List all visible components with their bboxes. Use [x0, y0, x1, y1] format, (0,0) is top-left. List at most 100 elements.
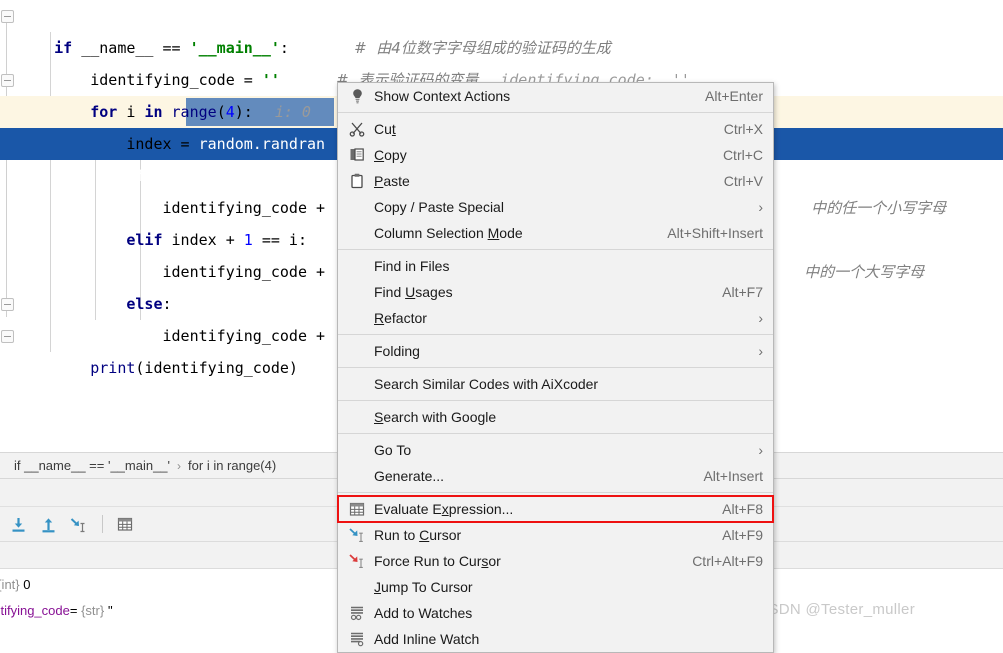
menu-separator	[338, 112, 773, 113]
menu-item-label: Add Inline Watch	[374, 631, 763, 647]
menu-item-icon-placeholder	[346, 467, 368, 485]
code-line-2-comment: # 表示验证码的变量identifying_code: ''	[0, 32, 1003, 64]
menu-separator	[338, 367, 773, 368]
variable-name-identifying-code: entifying_code	[0, 603, 70, 618]
menu-item-icon-placeholder	[346, 224, 368, 242]
chevron-right-icon: ›	[758, 442, 763, 458]
menu-item-refactor[interactable]: Refactor ›	[338, 305, 773, 331]
force-run-to-cursor-icon	[346, 552, 368, 570]
menu-separator	[338, 492, 773, 493]
menu-item-search-with-google[interactable]: Search with Google	[338, 404, 773, 430]
chevron-right-icon: ›	[758, 310, 763, 326]
step-into-button[interactable]	[4, 510, 32, 538]
watermark-text: CSDN @Tester_muller	[757, 601, 915, 618]
variable-type-identifying-code: {str}	[81, 603, 104, 618]
menu-item-label: Paste	[374, 173, 706, 189]
menu-item-label: Evaluate Expression...	[374, 501, 704, 517]
menu-item-label: Go To	[374, 442, 740, 458]
variable-value-identifying-code: ''	[108, 603, 113, 618]
copy-icon	[346, 146, 368, 164]
chevron-right-icon: ›	[758, 199, 763, 215]
clipboard-icon	[346, 172, 368, 190]
menu-item-copy-paste-special[interactable]: Copy / Paste Special ›	[338, 194, 773, 220]
menu-item-shortcut: Alt+F7	[722, 284, 763, 300]
menu-item-go-to[interactable]: Go To ›	[338, 437, 773, 463]
menu-item-add-to-watches[interactable]: Add to Watches	[338, 600, 773, 626]
menu-item-paste[interactable]: Paste Ctrl+V	[338, 168, 773, 194]
menu-item-icon-placeholder	[346, 309, 368, 327]
menu-item-label: Jump To Cursor	[374, 579, 763, 595]
breadcrumb-item-for-loop[interactable]: for i in range(4)	[188, 458, 276, 473]
chevron-right-icon: ›	[758, 343, 763, 359]
menu-item-shortcut: Alt+F8	[722, 501, 763, 517]
menu-item-icon-placeholder	[346, 578, 368, 596]
menu-item-label: Refactor	[374, 310, 740, 326]
breadcrumb-separator-icon: ›	[177, 459, 181, 473]
variable-type-i: {int}	[0, 577, 20, 592]
menu-item-icon-placeholder	[346, 257, 368, 275]
menu-item-search-similar-codes-with-aixcoder[interactable]: Search Similar Codes with AiXcoder	[338, 371, 773, 397]
menu-separator	[338, 334, 773, 335]
menu-item-icon-placeholder	[346, 441, 368, 459]
toolbar-separator	[102, 515, 103, 533]
menu-item-run-to-cursor[interactable]: Run to Cursor Alt+F9	[338, 522, 773, 548]
breadcrumb-item-if-main[interactable]: if __name__ == '__main__'	[14, 458, 170, 473]
menu-item-label: Add to Watches	[374, 605, 763, 621]
menu-item-shortcut: Alt+Insert	[703, 468, 763, 484]
menu-item-icon-placeholder	[346, 198, 368, 216]
menu-item-copy[interactable]: Copy Ctrl+C	[338, 142, 773, 168]
menu-item-icon-placeholder	[346, 375, 368, 393]
menu-item-find-in-files[interactable]: Find in Files	[338, 253, 773, 279]
menu-item-shortcut: Alt+Enter	[705, 88, 763, 104]
menu-item-shortcut: Alt+Shift+Insert	[667, 225, 763, 241]
menu-item-folding[interactable]: Folding ›	[338, 338, 773, 364]
variable-value-i: 0	[23, 577, 30, 592]
step-out-button[interactable]	[34, 510, 62, 538]
menu-item-evaluate-expression[interactable]: Evaluate Expression... Alt+F8	[338, 496, 773, 522]
menu-item-label: Find in Files	[374, 258, 763, 274]
menu-item-generate[interactable]: Generate... Alt+Insert	[338, 463, 773, 489]
menu-item-label: Show Context Actions	[374, 88, 687, 104]
watches-icon	[346, 604, 368, 622]
lightbulb-icon	[346, 87, 368, 105]
menu-item-label: Cut	[374, 121, 706, 137]
variable-row-identifying-code[interactable]: entifying_code= {str} ''	[0, 603, 113, 618]
menu-separator	[338, 433, 773, 434]
variable-eq-1: =	[70, 603, 81, 618]
menu-item-shortcut: Ctrl+C	[723, 147, 763, 163]
menu-item-label: Force Run to Cursor	[374, 553, 674, 569]
menu-item-label: Search Similar Codes with AiXcoder	[374, 376, 763, 392]
code-line-1-comment: # 由4位数字字母组成的验证码的生成	[0, 0, 1003, 32]
menu-item-column-selection-mode[interactable]: Column Selection Mode Alt+Shift+Insert	[338, 220, 773, 246]
variable-row-i[interactable]: = {int} 0	[0, 577, 31, 592]
menu-item-shortcut: Ctrl+V	[724, 173, 763, 189]
menu-item-jump-to-cursor[interactable]: Jump To Cursor	[338, 574, 773, 600]
menu-item-shortcut: Ctrl+Alt+F9	[692, 553, 763, 569]
menu-item-add-inline-watch[interactable]: Add Inline Watch	[338, 626, 773, 652]
menu-item-label: Folding	[374, 343, 740, 359]
menu-item-label: Run to Cursor	[374, 527, 704, 543]
menu-item-label: Search with Google	[374, 409, 763, 425]
menu-item-show-context-actions[interactable]: Show Context Actions Alt+Enter	[338, 83, 773, 109]
menu-item-label: Find Usages	[374, 284, 704, 300]
menu-item-icon-placeholder	[346, 408, 368, 426]
menu-separator	[338, 400, 773, 401]
editor-context-menu[interactable]: Show Context Actions Alt+Enter Cut Ctrl+X Co…	[337, 82, 774, 653]
menu-item-find-usages[interactable]: Find Usages Alt+F7	[338, 279, 773, 305]
scissors-icon	[346, 120, 368, 138]
menu-item-cut[interactable]: Cut Ctrl+X	[338, 116, 773, 142]
run-to-cursor-icon	[346, 526, 368, 544]
evaluate-icon	[346, 500, 368, 518]
menu-item-shortcut: Alt+F9	[722, 527, 763, 543]
menu-item-label: Column Selection Mode	[374, 225, 649, 241]
menu-item-icon-placeholder	[346, 342, 368, 360]
menu-item-shortcut: Ctrl+X	[724, 121, 763, 137]
inline-watch-icon	[346, 630, 368, 648]
menu-item-label: Generate...	[374, 468, 685, 484]
run-to-cursor-button[interactable]	[64, 510, 92, 538]
menu-item-icon-placeholder	[346, 283, 368, 301]
evaluate-expression-button[interactable]	[111, 510, 139, 538]
menu-item-label: Copy / Paste Special	[374, 199, 740, 215]
menu-item-label: Copy	[374, 147, 705, 163]
menu-item-force-run-to-cursor[interactable]: Force Run to Cursor Ctrl+Alt+F9	[338, 548, 773, 574]
